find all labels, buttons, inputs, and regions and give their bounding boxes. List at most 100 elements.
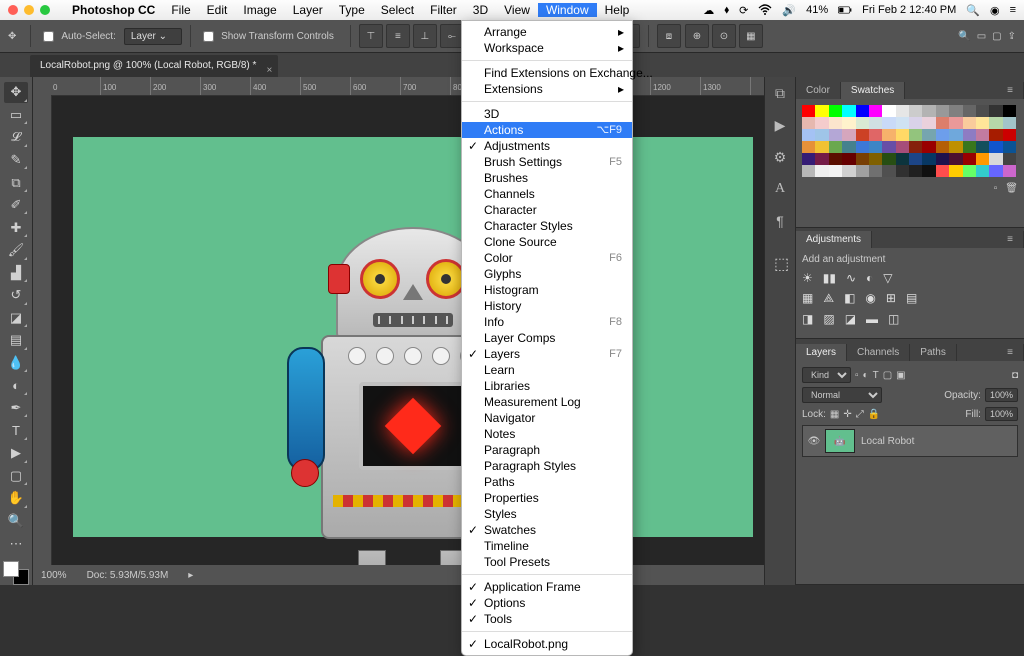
lock-pixels-icon[interactable]: ▦: [830, 409, 839, 420]
filter-pixel-icon[interactable]: ▫: [855, 370, 859, 381]
menu-item-properties[interactable]: Properties: [462, 490, 632, 506]
swatch[interactable]: [989, 141, 1002, 153]
swatch[interactable]: [922, 165, 935, 177]
swatch[interactable]: [869, 141, 882, 153]
swatch[interactable]: [976, 129, 989, 141]
swatch[interactable]: [922, 141, 935, 153]
panel-menu-icon[interactable]: ≡: [997, 82, 1024, 99]
auto-select-dropdown[interactable]: Layer ⌄: [124, 28, 182, 45]
menu-item-channels[interactable]: Channels: [462, 186, 632, 202]
menubar-item-view[interactable]: View: [496, 3, 538, 17]
menu-item-adjustments[interactable]: Adjustments✓: [462, 138, 632, 154]
swatch[interactable]: [896, 105, 909, 117]
swatch[interactable]: [802, 117, 815, 129]
threshold-adj-icon[interactable]: ◪: [845, 312, 856, 326]
auto-select-checkbox[interactable]: Auto-Select:: [39, 28, 115, 45]
eraser-tool[interactable]: ◪: [4, 308, 28, 329]
swatch[interactable]: [802, 165, 815, 177]
swatch[interactable]: [936, 165, 949, 177]
layer-name[interactable]: Local Robot: [861, 436, 914, 447]
swatch[interactable]: [949, 141, 962, 153]
swatch[interactable]: [1003, 105, 1016, 117]
menu-item-navigator[interactable]: Navigator: [462, 410, 632, 426]
menu-item-measurement-log[interactable]: Measurement Log: [462, 394, 632, 410]
swatch[interactable]: [949, 117, 962, 129]
brightness-adj-icon[interactable]: ☀: [802, 271, 813, 285]
panel-menu-icon[interactable]: ≡: [997, 231, 1024, 248]
menubar-item-edit[interactable]: Edit: [199, 3, 236, 17]
levels-adj-icon[interactable]: ▮▮: [823, 271, 836, 285]
canvas-area[interactable]: 0100200300400500600700800900100011001200…: [33, 77, 764, 585]
menubar-item-filter[interactable]: Filter: [422, 3, 465, 17]
exposure-adj-icon[interactable]: ◐: [866, 271, 873, 285]
volume-icon[interactable]: 🔊: [782, 4, 796, 17]
paths-tab[interactable]: Paths: [910, 344, 957, 361]
menubar-item-select[interactable]: Select: [373, 3, 422, 17]
menubar-item-layer[interactable]: Layer: [285, 3, 331, 17]
swatch[interactable]: [936, 105, 949, 117]
panel-menu-icon[interactable]: ≡: [997, 344, 1024, 361]
hand-tool[interactable]: ✋: [4, 488, 28, 509]
swatch[interactable]: [922, 129, 935, 141]
status-arrow-icon[interactable]: ▸: [188, 570, 193, 581]
swatch[interactable]: [909, 105, 922, 117]
delete-swatch-icon[interactable]: 🗑: [1005, 183, 1018, 194]
layers-tab[interactable]: Layers: [796, 344, 847, 361]
spotlight-icon[interactable]: 🔍: [966, 4, 980, 17]
selective-adj-icon[interactable]: ◫: [888, 312, 899, 326]
menu-item-libraries[interactable]: Libraries: [462, 378, 632, 394]
swatch[interactable]: [829, 105, 842, 117]
align-top-icon[interactable]: ⊤: [359, 24, 383, 48]
swatch[interactable]: [976, 153, 989, 165]
document-tab[interactable]: LocalRobot.png @ 100% (Local Robot, RGB/…: [30, 55, 278, 77]
character-panel-icon[interactable]: A: [770, 179, 790, 199]
swatch[interactable]: [989, 153, 1002, 165]
menu-item-histogram[interactable]: Histogram: [462, 282, 632, 298]
swatch[interactable]: [869, 105, 882, 117]
swatch[interactable]: [1003, 129, 1016, 141]
swatch[interactable]: [1003, 117, 1016, 129]
menu-item-swatches[interactable]: Swatches✓: [462, 522, 632, 538]
align-vcenter-icon[interactable]: ≡: [386, 24, 410, 48]
paragraph-panel-icon[interactable]: ¶: [770, 211, 790, 231]
history-brush-tool[interactable]: ↺: [4, 285, 28, 306]
menubar-clock[interactable]: Fri Feb 2 12:40 PM: [862, 4, 956, 16]
zoom-tool[interactable]: 🔍: [4, 511, 28, 532]
swatch[interactable]: [815, 129, 828, 141]
menu-item-learn[interactable]: Learn: [462, 362, 632, 378]
swatch[interactable]: [869, 117, 882, 129]
3d-mode-icon[interactable]: ⧈: [657, 24, 681, 48]
swatch[interactable]: [963, 105, 976, 117]
swatch[interactable]: [949, 105, 962, 117]
filter-type-icon[interactable]: T: [873, 370, 879, 381]
swatch[interactable]: [922, 105, 935, 117]
menubar-item-image[interactable]: Image: [235, 3, 284, 17]
screen-mode-icon[interactable]: ▢: [992, 31, 1001, 42]
type-tool[interactable]: T: [4, 420, 28, 441]
3d-cam-1-icon[interactable]: ⊕: [685, 24, 709, 48]
fullscreen-window-icon[interactable]: [40, 5, 50, 15]
swatch[interactable]: [909, 153, 922, 165]
swatch[interactable]: [949, 165, 962, 177]
wifi-icon[interactable]: [758, 3, 772, 17]
menu-item-brushes[interactable]: Brushes: [462, 170, 632, 186]
channels-tab[interactable]: Channels: [847, 344, 910, 361]
vibrance-adj-icon[interactable]: ▽: [883, 271, 892, 285]
swatch[interactable]: [842, 105, 855, 117]
swatch[interactable]: [896, 129, 909, 141]
ruler-origin[interactable]: [33, 77, 52, 96]
menubar-item-help[interactable]: Help: [597, 3, 638, 17]
swatch[interactable]: [842, 117, 855, 129]
swatch[interactable]: [1003, 141, 1016, 153]
swatch[interactable]: [802, 129, 815, 141]
filter-smart-icon[interactable]: ▣: [896, 370, 905, 381]
stamp-tool[interactable]: ▟: [4, 263, 28, 284]
adjustments-tab[interactable]: Adjustments: [796, 231, 872, 248]
swatch[interactable]: [882, 141, 895, 153]
swatch[interactable]: [815, 153, 828, 165]
menu-item-history[interactable]: History: [462, 298, 632, 314]
swatch[interactable]: [936, 129, 949, 141]
swatch[interactable]: [829, 141, 842, 153]
swatch[interactable]: [802, 153, 815, 165]
menu-item-character[interactable]: Character: [462, 202, 632, 218]
